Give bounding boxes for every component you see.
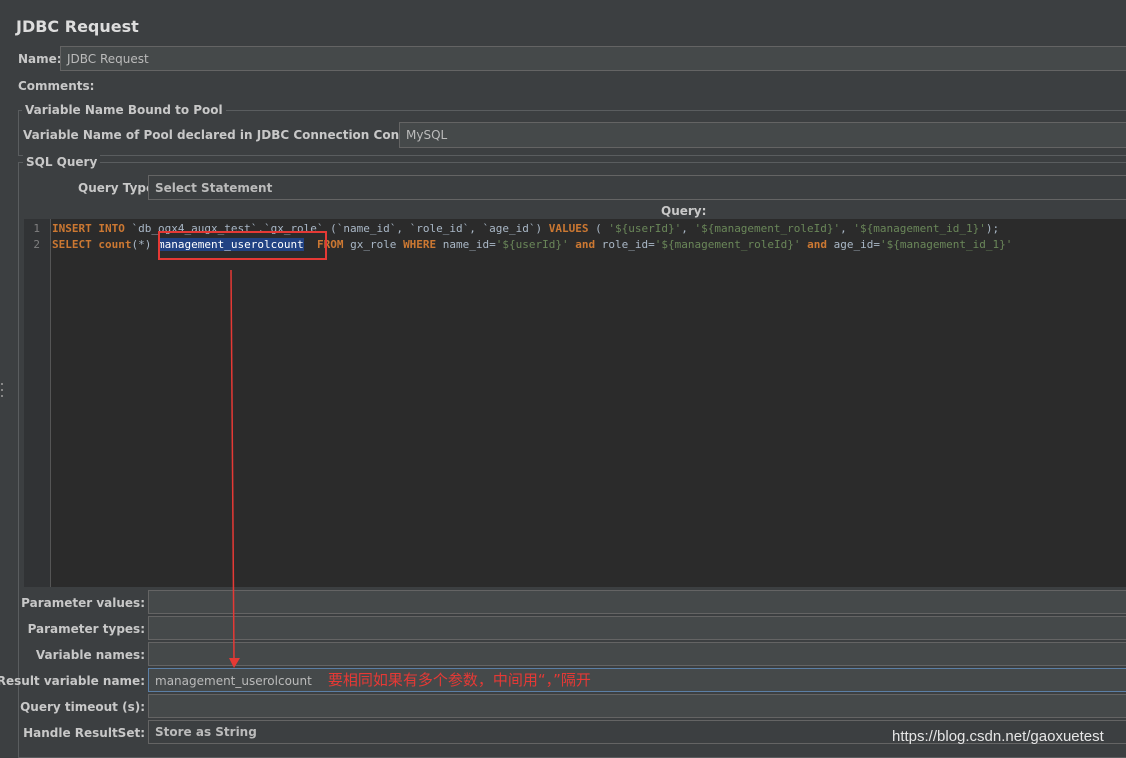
annotation-overlay bbox=[158, 231, 327, 668]
splitter-handle-icon[interactable] bbox=[0, 380, 4, 400]
annotation-arrow-head bbox=[229, 658, 240, 668]
annotation-highlight-box bbox=[158, 231, 327, 260]
annotation-arrow-line bbox=[230, 269, 235, 661]
watermark: https://blog.csdn.net/gaoxuetest bbox=[892, 728, 1104, 745]
